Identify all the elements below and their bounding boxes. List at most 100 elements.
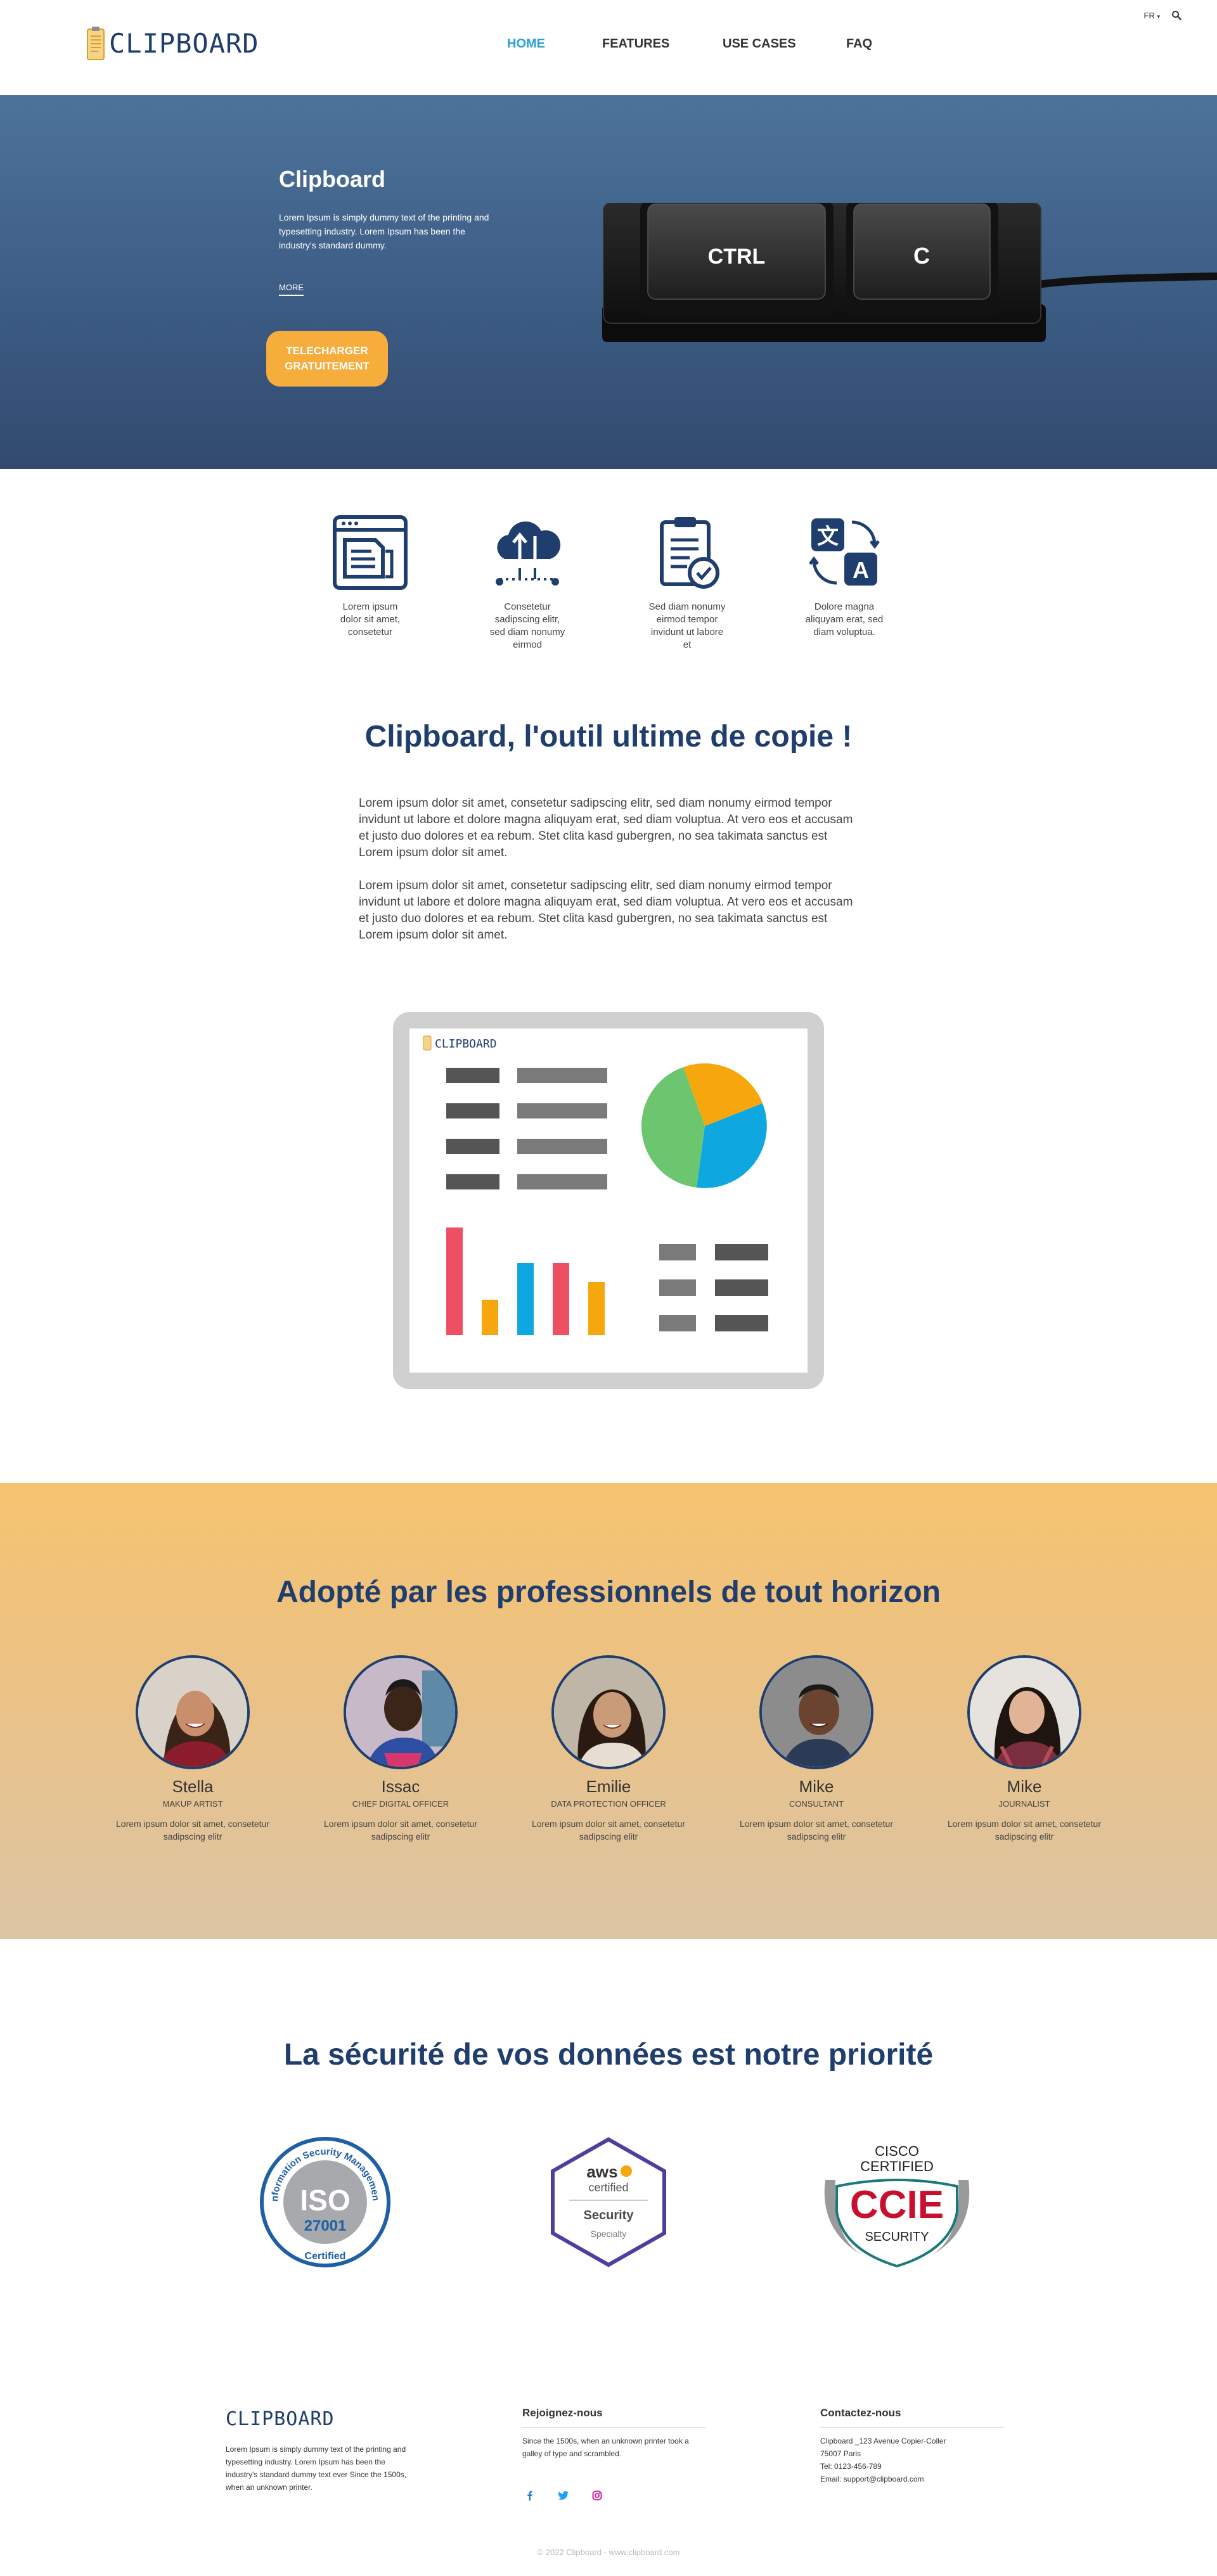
professional-text: Lorem ipsum dolor sit amet, consetetur s…: [740, 1819, 893, 1842]
cloud-transfer-icon: [496, 521, 561, 586]
logo[interactable]: CLIPBOARD: [86, 25, 259, 61]
svg-text:Specialty: Specialty: [591, 2229, 627, 2239]
main-nav: HOME FEATURES USE CASES FAQ: [507, 37, 954, 51]
iso-27001-badge: Information Security Management ISO 2700…: [259, 2136, 390, 2267]
language-label: FR: [1143, 10, 1155, 20]
security-title: La sécurité de vos données est notre pri…: [283, 2038, 934, 2072]
footer-join-title: Rejoignez-nous: [522, 2407, 603, 2419]
feature-item: 文 A Dolore magna aliquyam erat, sed diam…: [794, 513, 895, 639]
about-title: Clipboard, l'outil ultime de copie !: [364, 720, 853, 753]
clipboard-check-icon: [660, 517, 719, 589]
footer-join-text: Since the 1500s, when an unknown printer…: [522, 2437, 689, 2458]
facebook-icon[interactable]: [525, 2490, 535, 2501]
svg-text:SECURITY: SECURITY: [865, 2230, 929, 2244]
aws-security-badge: aws certified Security Specialty: [551, 2137, 666, 2267]
professional-role: CONSULTANT: [789, 1799, 844, 1809]
footer-divider: [820, 2427, 1004, 2428]
footer-address: Clipboard _123 Avenue Copier-Coller: [820, 2437, 946, 2445]
about-paragraph: Lorem ipsum dolor sit amet, consetetur s…: [359, 879, 853, 942]
nav-features[interactable]: FEATURES: [602, 37, 723, 51]
nav-use-cases[interactable]: USE CASES: [723, 37, 846, 51]
c-key-label: C: [913, 243, 930, 269]
avatar: [551, 1655, 666, 1769]
download-button[interactable]: TELECHARGER GRATUITEMENT: [266, 331, 388, 387]
professional-card: Mike JOURNALIST Lorem ipsum dolor sit am…: [942, 1655, 1107, 1843]
copyright: © 2022 Clipboard - www.clipboard.com: [537, 2547, 680, 2557]
professional-card: Stella MAKUP ARTIST Lorem ipsum dolor si…: [110, 1655, 275, 1843]
pie-graphic: [641, 1063, 767, 1188]
svg-text:CISCO: CISCO: [875, 2143, 919, 2159]
more-link[interactable]: MORE: [279, 283, 304, 296]
svg-text:aws: aws: [586, 2162, 617, 2181]
footer-description: Lorem Ipsum is simply dummy text of the …: [226, 2445, 407, 2492]
avatar: [759, 1655, 873, 1769]
professionals-title: Adopté par les professionnels de tout ho…: [276, 1575, 941, 1609]
nav-faq[interactable]: FAQ: [846, 37, 954, 51]
professional-role: DATA PROTECTION OFFICER: [551, 1799, 666, 1809]
feature-item: Consetetur sadipscing elitr, sed diam no…: [477, 513, 578, 651]
footer-logo[interactable]: CLIPBOARD: [226, 2408, 335, 2430]
ctrl-key-label: CTRL: [708, 245, 766, 269]
logo-text: CLIPBOARD: [109, 27, 259, 59]
clipboard-mini-logo: CLIPBOARD: [423, 1035, 497, 1051]
translate-icon: 文 A: [809, 518, 880, 586]
professional-text: Lorem ipsum dolor sit amet, consetetur s…: [116, 1819, 269, 1842]
header: CLIPBOARD HOME FEATURES USE CASES FAQ FR…: [0, 0, 1217, 95]
footer-phone: Tel: 0123-456-789: [820, 2462, 882, 2471]
svg-text:certified: certified: [588, 2181, 628, 2194]
hero-title: Clipboard: [279, 166, 385, 192]
professional-text: Lorem ipsum dolor sit amet, consetetur s…: [948, 1819, 1101, 1842]
professional-card: Issac CHIEF DIGITAL OFFICER Lorem ipsum …: [318, 1655, 483, 1843]
footer-address: 75007 Paris: [820, 2449, 861, 2458]
feature-text: Consetetur sadipscing elitr, sed diam no…: [489, 601, 565, 650]
hero-banner: Clipboard Lorem Ipsum is simply dummy te…: [0, 95, 1217, 469]
professional-name: Stella: [172, 1777, 214, 1796]
professional-name: Issac: [381, 1777, 420, 1796]
feature-text: Lorem ipsum dolor sit amet, consetetur: [340, 601, 401, 638]
feature-text: Dolore magna aliquyam erat, sed diam vol…: [805, 601, 884, 638]
footer-email[interactable]: Email: support@clipboard.com: [820, 2473, 924, 2485]
dashboard-illustration: CLIPBOARD: [393, 1012, 824, 1389]
feature-item: Sed diam nonumy eirmod tempor invidunt u…: [636, 513, 738, 651]
features-section: Lorem ipsum dolor sit amet, consetetur C…: [0, 469, 1217, 678]
search-icon[interactable]: [1171, 10, 1182, 20]
svg-text:Security: Security: [584, 2208, 634, 2222]
browser-documents-icon: [333, 515, 408, 590]
twitter-icon[interactable]: [558, 2490, 569, 2501]
svg-text:ISO: ISO: [300, 2184, 350, 2217]
avatar: [967, 1655, 1081, 1769]
caret-down-icon: ▾: [1157, 13, 1160, 20]
svg-text:CCIE: CCIE: [850, 2183, 944, 2227]
svg-text:Certified: Certified: [305, 2251, 346, 2262]
ctrl-c-keyboard-image: CTRL C: [602, 203, 1217, 342]
footer-contact-title: Contactez-nous: [820, 2407, 901, 2419]
professional-card: Mike CONSULTANT Lorem ipsum dolor sit am…: [734, 1655, 899, 1843]
svg-text:A: A: [853, 557, 869, 583]
nav-home[interactable]: HOME: [507, 37, 602, 51]
professional-text: Lorem ipsum dolor sit amet, consetetur s…: [532, 1819, 685, 1842]
svg-text:CERTIFIED: CERTIFIED: [860, 2158, 934, 2174]
language-selector[interactable]: FR ▾: [1144, 11, 1161, 20]
professional-name: Emilie: [586, 1777, 631, 1796]
svg-text:CLIPBOARD: CLIPBOARD: [435, 1037, 497, 1051]
feature-text: Sed diam nonumy eirmod tempor invidunt u…: [648, 601, 726, 650]
professional-text: Lorem ipsum dolor sit amet, consetetur s…: [324, 1819, 477, 1842]
footer-divider: [522, 2427, 706, 2428]
professional-card: Emilie DATA PROTECTION OFFICER Lorem ips…: [526, 1655, 691, 1843]
professional-name: Mike: [799, 1777, 834, 1796]
clipboard-logo-icon: [87, 27, 105, 60]
about-paragraph: Lorem ipsum dolor sit amet, consetetur s…: [359, 797, 853, 859]
instagram-icon[interactable]: [592, 2490, 602, 2501]
avatar: [136, 1655, 250, 1769]
professional-role: JOURNALIST: [998, 1799, 1050, 1809]
download-button-label: TELECHARGER GRATUITEMENT: [285, 345, 370, 372]
top-utilities: FR ▾: [1144, 10, 1182, 20]
hero-description: Lorem Ipsum is simply dummy text of the …: [279, 212, 489, 250]
avatar: [344, 1655, 458, 1769]
professionals-section: Adopté par les professionnels de tout ho…: [0, 1483, 1217, 1939]
professional-role: MAKUP ARTIST: [162, 1799, 223, 1809]
svg-text:27001: 27001: [304, 2217, 347, 2234]
professional-role: CHIEF DIGITAL OFFICER: [352, 1799, 449, 1809]
cisco-ccie-badge: CISCO CERTIFIED CCIE SECURITY: [824, 2143, 970, 2268]
social-links: [525, 2490, 602, 2501]
